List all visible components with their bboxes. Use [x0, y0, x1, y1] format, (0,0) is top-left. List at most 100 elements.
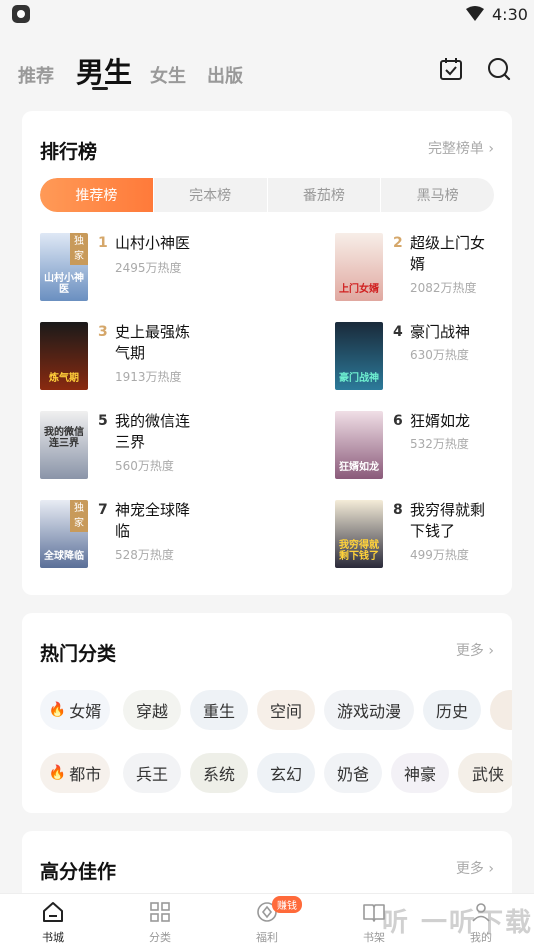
exclusive-badge: 独家 [70, 233, 88, 265]
category-pill[interactable]: 🔥 女婿 [40, 690, 110, 730]
category-pill[interactable]: 穿越 [123, 690, 181, 730]
category-label: 历史 [435, 702, 468, 721]
active-tab-indicator [92, 87, 108, 90]
flame-icon: 🔥 [48, 702, 67, 718]
tab-category[interactable]: 分类 [130, 900, 190, 945]
tab-female[interactable]: 女生 [150, 62, 186, 88]
tab-darkhorse-rank[interactable]: 黑马榜 [381, 178, 494, 212]
book-heat: 528万热度 [115, 548, 174, 562]
category-pill[interactable]: 空间 [257, 690, 315, 730]
book-heat: 532万热度 [410, 437, 469, 451]
category-pill[interactable]: 系统 [190, 753, 248, 793]
tab-label: 书城 [42, 931, 64, 944]
exclusive-badge: 独家 [70, 500, 88, 532]
book-heat: 2495万热度 [115, 261, 182, 275]
category-pill[interactable]: 奶爸 [324, 753, 382, 793]
category-pill[interactable]: 玄幻 [257, 753, 315, 793]
status-bar: 4:30 [0, 0, 534, 30]
wifi-icon [466, 6, 484, 21]
book-name: 豪门战神 [410, 323, 471, 341]
book-cover: 炼气期 [40, 322, 88, 390]
tab-complete-rank[interactable]: 完本榜 [154, 178, 268, 212]
category-label: 都市 [69, 765, 102, 784]
camera-notification-icon [12, 5, 30, 23]
book-item[interactable]: 豪门战神 4 豪门战神 630万热度 [335, 322, 534, 394]
book-cover: 我穷得就剩下钱了 [335, 500, 383, 568]
top-nav: 推荐 男生 女生 出版 [0, 44, 534, 100]
tab-recommend[interactable]: 推荐 [18, 62, 54, 88]
book-item[interactable]: 独家 全球降临 7 神宠全球降临 528万热度 [40, 500, 270, 572]
flame-icon: 🔥 [48, 765, 67, 781]
book-name: 我的微信连三界 [115, 412, 191, 451]
ranking-more-link[interactable]: 完整榜单 › [428, 138, 494, 158]
book-cover: 独家 山村小神医 [40, 233, 88, 301]
category-grid-icon [150, 902, 170, 922]
category-pill[interactable]: 🔥 都市 [40, 753, 110, 793]
high-score-title: 高分佳作 [40, 861, 117, 883]
tab-male[interactable]: 男生 [76, 51, 132, 91]
book-item[interactable]: 独家 山村小神医 1 山村小神医 2495万热度 [40, 233, 270, 305]
book-name: 神宠全球降临 [115, 501, 191, 540]
categories-more-label: 更多 [455, 643, 484, 659]
book-item[interactable]: 狂婿如龙 6 狂婿如龙 532万热度 [335, 411, 534, 483]
category-pill[interactable]: 游戏动漫 [324, 690, 414, 730]
category-label: 兵王 [135, 765, 168, 784]
cover-title: 豪门战神 [339, 373, 379, 384]
earn-badge: 赚钱 [272, 896, 302, 913]
category-label: 女婿 [69, 702, 102, 721]
chevron-right-icon: › [488, 141, 494, 157]
cover-title: 我穷得就剩下钱了 [339, 540, 379, 562]
book-cover: 豪门战神 [335, 322, 383, 390]
rank-number: 4 [393, 324, 403, 340]
rank-number: 1 [98, 235, 108, 251]
category-pill[interactable]: 重生 [190, 690, 248, 730]
ranking-tabs: 推荐榜 完本榜 番茄榜 黑马榜 [40, 178, 494, 212]
cover-title: 我的微信连三界 [44, 427, 84, 449]
book-item[interactable]: 上门女婿 2 超级上门女婿 2082万热度 [335, 233, 534, 305]
tab-label: 分类 [149, 931, 171, 944]
rank-number: 8 [393, 502, 403, 518]
category-label: 玄幻 [269, 765, 302, 784]
book-item[interactable]: 我的微信连三界 5 我的微信连三界 560万热度 [40, 411, 270, 483]
rank-number: 5 [98, 413, 108, 429]
category-pill[interactable]: 历史 [423, 690, 481, 730]
book-heat: 1913万热度 [115, 370, 182, 384]
bookstore-home-icon [43, 902, 63, 922]
category-pill-partial[interactable] [490, 690, 512, 730]
categories-more-link[interactable]: 更多 › [456, 640, 494, 660]
book-item[interactable]: 炼气期 3 史上最强炼气期 1913万热度 [40, 322, 270, 394]
calendar-check-icon[interactable] [438, 56, 464, 82]
cover-title: 山村小神医 [44, 273, 84, 295]
tab-publish[interactable]: 出版 [207, 62, 243, 88]
category-pill[interactable]: 神豪 [391, 753, 449, 793]
book-name: 我穷得就剩下钱了 [410, 501, 486, 540]
high-score-more-link[interactable]: 更多 › [456, 858, 494, 878]
book-cover: 上门女婿 [335, 233, 383, 301]
book-heat: 630万热度 [410, 348, 469, 362]
book-name: 史上最强炼气期 [115, 323, 191, 362]
book-cover: 我的微信连三界 [40, 411, 88, 479]
tab-recommend-rank[interactable]: 推荐榜 [40, 178, 154, 212]
watermark: 听 一听下载 [382, 908, 534, 938]
rank-number: 2 [393, 235, 403, 251]
book-name: 狂婿如龙 [410, 412, 471, 430]
high-score-more-label: 更多 [455, 861, 484, 877]
tab-tomato-rank[interactable]: 番茄榜 [268, 178, 382, 212]
rank-number: 7 [98, 502, 108, 518]
chevron-right-icon: › [488, 861, 494, 877]
search-icon[interactable] [486, 56, 512, 82]
cover-title: 炼气期 [49, 373, 79, 384]
book-item[interactable]: 我穷得就剩下钱了 8 我穷得就剩下钱了 499万热度 [335, 500, 534, 572]
book-heat: 2082万热度 [410, 281, 477, 295]
cover-title: 全球降临 [44, 551, 84, 562]
rank-number: 6 [393, 413, 403, 429]
book-heat: 560万热度 [115, 459, 174, 473]
category-pill[interactable]: 兵王 [123, 753, 181, 793]
category-label: 重生 [202, 702, 235, 721]
tab-bookstore[interactable]: 书城 [23, 900, 83, 945]
categories-title: 热门分类 [40, 643, 117, 665]
book-heat: 499万热度 [410, 548, 469, 562]
ranking-title: 排行榜 [40, 141, 98, 163]
category-label: 奶爸 [336, 765, 369, 784]
category-pill[interactable]: 武侠 [458, 753, 512, 793]
